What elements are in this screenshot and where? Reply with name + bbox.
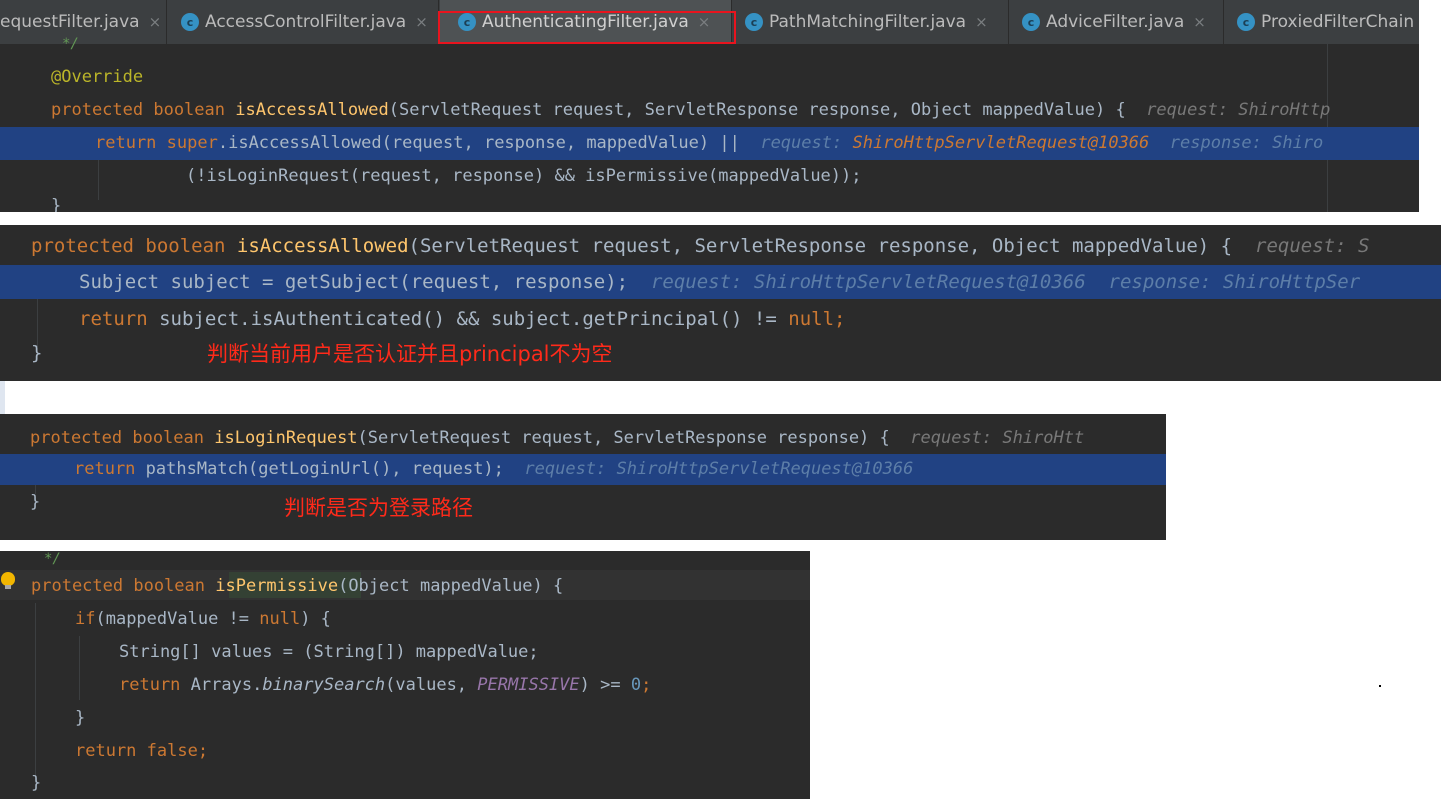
class-c-icon: c [181, 13, 199, 31]
code-line: (!isLoginRequest(request, response) && i… [186, 166, 862, 186]
code-line: } [75, 708, 86, 728]
code-line: return Arrays.binarySearch(values, PERMI… [119, 675, 652, 695]
code-line: protected boolean isPermissive(Object ma… [31, 576, 564, 596]
highlighted-code-line: Subject subject = getSubject(request, re… [0, 265, 1441, 299]
annotation-note: 判断是否为登录路径 [284, 496, 473, 520]
code-line: } [31, 773, 42, 793]
code-line: } [51, 196, 62, 212]
annotation-note: 判断当前用户是否认证并且principal不为空 [207, 342, 613, 366]
code-line: */ [44, 551, 61, 567]
code-panel-isaccessallowed: protected boolean isAccessAllowed(Servle… [0, 225, 1441, 381]
indent-guide [98, 160, 99, 200]
indent-guide [79, 636, 80, 700]
close-icon[interactable]: × [975, 13, 988, 31]
class-c-icon: c [1022, 13, 1040, 31]
tab-label: PathMatchingFilter.java [769, 12, 967, 32]
close-icon[interactable]: × [1193, 13, 1206, 31]
tab-label: AccessControlFilter.java [205, 12, 407, 32]
lightbulb-icon[interactable] [1, 572, 15, 589]
close-icon[interactable]: × [415, 13, 428, 31]
code-line: return subject.isAuthenticated() && subj… [79, 308, 846, 330]
indent-guide [35, 603, 36, 783]
code-line: return false; [75, 741, 209, 761]
code-line: protected boolean isAccessAllowed(Servle… [51, 100, 1331, 120]
code-panel-isloginrequest: protected boolean isLoginRequest(Servlet… [0, 414, 1166, 540]
tab-label: AdviceFilter.java [1046, 12, 1185, 32]
code-line: @Override [51, 67, 144, 87]
code-line: } [30, 492, 41, 512]
code-line: protected boolean isLoginRequest(Servlet… [30, 428, 1085, 448]
class-c-icon: c [745, 13, 763, 31]
class-c-icon: c [1237, 13, 1255, 31]
highlighted-code-line: return super.isAccessAllowed(request, re… [0, 127, 1419, 160]
code-panel-authenticating-filter: equestFilter.java × c AccessControlFilte… [0, 0, 1419, 212]
code-line: String[] values = (String[]) mappedValue… [119, 642, 539, 662]
close-icon[interactable]: × [149, 13, 162, 31]
stray-dot [1379, 685, 1381, 687]
code-line: protected boolean isAccessAllowed(Servle… [31, 235, 1370, 257]
code-panel-ispermissive: */ protected boolean isPermissive(Object… [0, 551, 810, 799]
highlighted-code-line: return pathsMatch(getLoginUrl(), request… [0, 454, 1166, 485]
tab-label: equestFilter.java [0, 12, 140, 32]
tab-label: ProxiedFilterChain [1261, 12, 1415, 32]
panel-edge-strip [0, 381, 5, 414]
code-line: if(mappedValue != null) { [75, 609, 331, 629]
code-line: */ [62, 36, 79, 52]
